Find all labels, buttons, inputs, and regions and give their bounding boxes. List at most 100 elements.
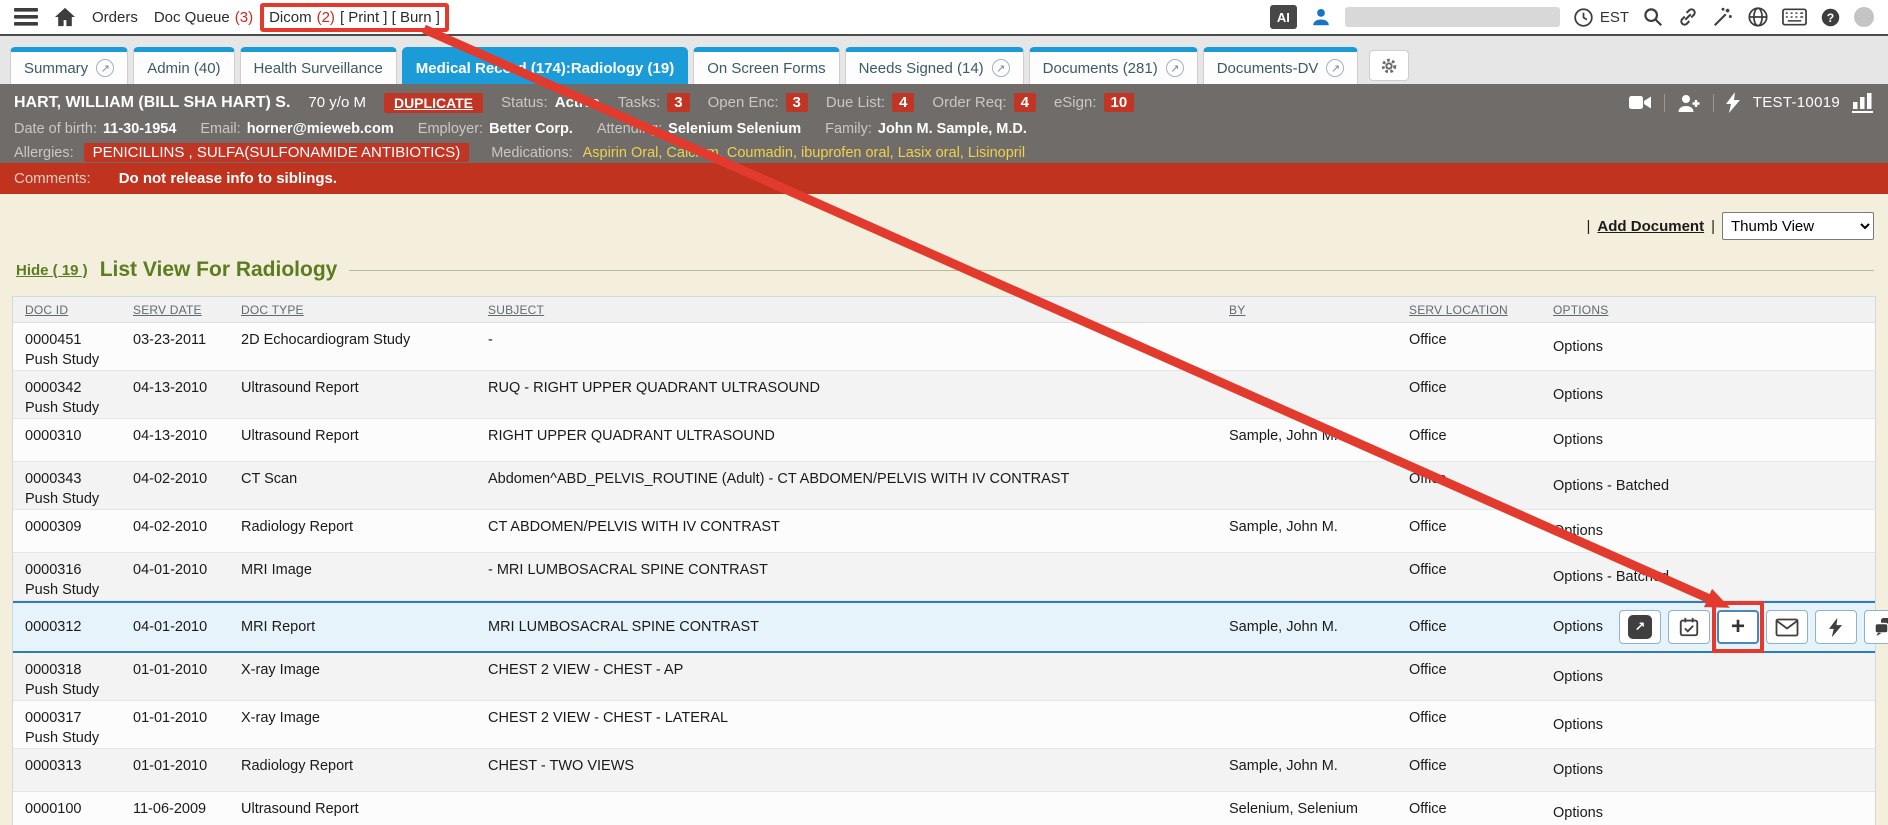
topbar-menu-item[interactable]: Doc Queue (3) <box>154 9 253 26</box>
popout-icon[interactable]: ↗ <box>992 59 1010 77</box>
tab-settings-button[interactable] <box>1369 50 1409 81</box>
options-link[interactable]: Options <box>1553 617 1603 637</box>
doc-id[interactable]: 0000317 <box>25 708 123 728</box>
doc-sub-label[interactable]: Push Study <box>25 350 123 370</box>
patient-status-item[interactable]: Open Enc: 3 <box>708 93 808 112</box>
doc-id[interactable]: 0000310 <box>25 426 123 446</box>
doc-id[interactable]: 0000100 <box>25 799 123 819</box>
doc-id[interactable]: 0000309 <box>25 517 123 537</box>
options-link[interactable]: Options <box>1553 715 1603 735</box>
doc-id[interactable]: 0000313 <box>25 756 123 776</box>
popout-icon[interactable]: ↗ <box>1166 59 1184 77</box>
chart-tab[interactable]: On Screen Forms <box>693 47 839 84</box>
clock-icon[interactable] <box>1573 7 1594 28</box>
doc-id[interactable]: 0000342 <box>25 378 123 398</box>
add-document-link[interactable]: Add Document <box>1597 218 1704 235</box>
table-row[interactable]: 0000310 04-13-2010 Ultrasound Report RIG… <box>13 419 1875 462</box>
flowsheet-chart-icon[interactable] <box>1852 92 1874 113</box>
allergies-badge[interactable]: PENICILLINS , SULFA(SULFONAMIDE ANTIBIOT… <box>84 143 470 162</box>
options-link[interactable]: Options - Batched <box>1553 476 1669 496</box>
chart-tab[interactable]: Summary ↗ <box>10 47 128 84</box>
search-icon[interactable] <box>1642 6 1664 28</box>
open-external-button[interactable]: ↗ <box>1619 610 1661 644</box>
column-header-serv-location[interactable]: SERV LOCATION <box>1409 303 1553 317</box>
column-header-by[interactable]: BY <box>1229 303 1409 317</box>
email-button[interactable] <box>1766 610 1808 644</box>
options-link[interactable]: Options <box>1553 760 1603 780</box>
magic-wand-icon[interactable] <box>1712 6 1734 28</box>
options-link[interactable]: Options <box>1553 337 1603 357</box>
status-value: 3 <box>786 93 808 112</box>
add-person-icon[interactable] <box>1677 93 1701 113</box>
column-header-options[interactable]: OPTIONS <box>1553 303 1875 317</box>
table-row[interactable]: 0000316 Push Study 04-01-2010 MRI Image … <box>13 553 1875 601</box>
doc-sub-label[interactable]: Push Study <box>25 580 123 600</box>
options-link[interactable]: Options <box>1553 803 1603 823</box>
table-row[interactable]: 0000309 04-02-2010 Radiology Report CT A… <box>13 510 1875 553</box>
user-icon[interactable] <box>1310 6 1332 28</box>
link-icon[interactable] <box>1677 6 1699 28</box>
help-icon[interactable]: ? <box>1820 7 1841 28</box>
doc-id[interactable]: 0000451 <box>25 330 123 350</box>
cell-serv-location: Office <box>1409 323 1553 370</box>
chart-tab[interactable]: Needs Signed (14) ↗ <box>845 47 1024 84</box>
patient-status-item[interactable]: eSign: 10 <box>1054 93 1134 112</box>
column-header-doc-type[interactable]: DOC TYPE <box>241 303 488 317</box>
cell-doc-type: MRI Report <box>241 617 488 637</box>
popout-icon[interactable]: ↗ <box>1326 59 1344 77</box>
doc-id[interactable]: 0000312 <box>25 617 123 637</box>
cell-by <box>1229 653 1409 700</box>
chart-tab[interactable]: Medical Record (174):Radiology (19) <box>402 47 688 84</box>
column-header-serv-date[interactable]: SERV DATE <box>133 303 241 317</box>
table-row[interactable]: 0000318 Push Study 01-01-2010 X-ray Imag… <box>13 653 1875 701</box>
medications-list[interactable]: Aspirin Oral, Calcium, Coumadin, ibuprof… <box>583 145 1025 161</box>
patient-status-item[interactable]: Status: Active <box>501 94 600 111</box>
doc-id[interactable]: 0000343 <box>25 469 123 489</box>
table-row[interactable]: 0000313 01-01-2010 Radiology Report CHES… <box>13 749 1875 792</box>
topbar-menu-item[interactable]: Orders <box>92 9 138 26</box>
column-header-doc-id[interactable]: DOC ID <box>25 303 133 317</box>
chart-tab[interactable]: Admin (40) <box>133 47 234 84</box>
globe-icon[interactable] <box>1747 6 1769 28</box>
lightning-icon[interactable] <box>1726 92 1741 113</box>
hide-link[interactable]: Hide ( 19 ) <box>16 262 88 279</box>
options-link[interactable]: Options - Batched <box>1553 567 1669 587</box>
add-button[interactable]: + <box>1717 610 1759 644</box>
table-row[interactable]: 0000100 11-06-2009 Ultrasound Report Sel… <box>13 792 1875 825</box>
chart-tab[interactable]: Documents-DV ↗ <box>1203 47 1359 84</box>
schedule-button[interactable] <box>1668 610 1710 644</box>
keyboard-icon[interactable] <box>1782 8 1807 26</box>
column-header-subject[interactable]: SUBJECT <box>488 303 1229 317</box>
discussion-button[interactable] <box>1864 610 1888 644</box>
view-mode-select[interactable]: Thumb View <box>1722 212 1874 240</box>
duplicate-badge[interactable]: DUPLICATE <box>384 93 483 113</box>
options-link[interactable]: Options <box>1553 385 1603 405</box>
options-link[interactable]: Options <box>1553 430 1603 450</box>
doc-id[interactable]: 0000318 <box>25 660 123 680</box>
options-link[interactable]: Options <box>1553 667 1603 687</box>
table-row[interactable]: 0000312 04-01-2010 MRI Report MRI LUMBOS… <box>13 601 1875 653</box>
ai-badge[interactable]: AI <box>1270 5 1297 29</box>
chart-tab[interactable]: Health Surveillance <box>240 47 397 84</box>
patient-status-item[interactable]: Order Req: 4 <box>932 93 1036 112</box>
doc-id[interactable]: 0000316 <box>25 560 123 580</box>
patient-status-item[interactable]: Tasks: 3 <box>618 93 690 112</box>
topbar-menu-item[interactable]: Dicom (2) [ Print ] [ Burn ] <box>269 9 440 26</box>
table-row[interactable]: 0000342 Push Study 04-13-2010 Ultrasound… <box>13 371 1875 419</box>
patient-status-item[interactable]: Due List: 4 <box>826 93 915 112</box>
doc-sub-label[interactable]: Push Study <box>25 489 123 509</box>
home-icon[interactable] <box>54 7 76 27</box>
cell-subject: Abdomen^ABD_PELVIS_ROUTINE (Adult) - CT … <box>488 462 1229 509</box>
popout-icon[interactable]: ↗ <box>96 59 114 77</box>
table-row[interactable]: 0000317 Push Study 01-01-2010 X-ray Imag… <box>13 701 1875 749</box>
options-link[interactable]: Options <box>1553 521 1603 541</box>
chart-tab[interactable]: Documents (281) ↗ <box>1029 47 1198 84</box>
doc-sub-label[interactable]: Push Study <box>25 680 123 700</box>
video-camera-icon[interactable] <box>1628 93 1652 112</box>
quick-action-button[interactable] <box>1815 610 1857 644</box>
hamburger-menu-icon[interactable] <box>14 7 38 27</box>
doc-sub-label[interactable]: Push Study <box>25 728 123 748</box>
table-row[interactable]: 0000343 Push Study 04-02-2010 CT Scan Ab… <box>13 462 1875 510</box>
table-row[interactable]: 0000451 Push Study 03-23-2011 2D Echocar… <box>13 323 1875 371</box>
doc-sub-label[interactable]: Push Study <box>25 398 123 418</box>
